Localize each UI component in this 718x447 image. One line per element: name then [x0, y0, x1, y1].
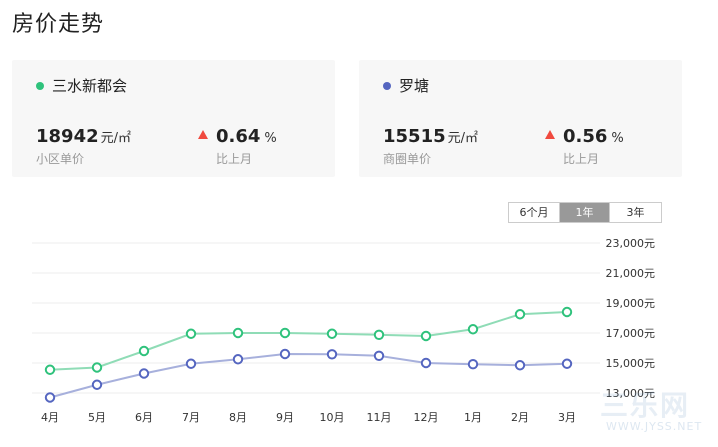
community-change-label: 比上月: [216, 152, 253, 166]
community-price: 18942 元/㎡: [36, 126, 131, 147]
data-point: [561, 358, 573, 369]
data-point: [373, 350, 385, 362]
watermark-logo: 三乐网: [600, 389, 691, 422]
data-point: [467, 324, 479, 335]
y-tick-label: 17,000元: [606, 327, 656, 340]
x-tick-label: 9月: [276, 411, 294, 424]
district-price-label: 商圈单价: [383, 152, 432, 166]
district-price: 15515 元/㎡: [383, 126, 478, 147]
data-point: [232, 327, 244, 339]
up-triangle-icon: [198, 130, 208, 139]
x-tick-label: 6月: [135, 411, 153, 424]
y-tick-label: 21,000元: [606, 267, 656, 280]
data-point: [561, 306, 573, 318]
period-tabs: 6个月 1年 3年: [508, 202, 662, 223]
x-tick-label: 7月: [182, 411, 200, 424]
data-point: [279, 348, 291, 360]
up-triangle-icon: [545, 130, 555, 139]
data-point: [185, 358, 197, 369]
data-point: [326, 349, 338, 360]
community-price-unit: 元/㎡: [100, 131, 132, 146]
district-price-card: 罗塘 15515 元/㎡ 商圈单价 0.56% 比上月: [359, 60, 682, 177]
data-point: [44, 364, 56, 375]
district-change-label: 比上月: [563, 152, 600, 166]
community-name-label: 三水新都会: [52, 77, 128, 95]
y-tick-label: 15,000元: [606, 357, 656, 370]
series-line: [49, 352, 568, 399]
community-change-value: 0.64: [216, 126, 261, 147]
data-point: [514, 309, 526, 320]
x-tick-label: 11月: [367, 411, 392, 424]
district-name: 罗塘: [383, 75, 429, 96]
district-name-label: 罗塘: [399, 77, 430, 95]
data-point: [138, 345, 150, 357]
y-tick-label: 19,000元: [606, 297, 656, 310]
community-dot-icon: [36, 81, 44, 90]
tab-6-months[interactable]: 6个月: [509, 203, 559, 222]
community-price-card: 三水新都会 18942 元/㎡ 小区单价 0.64% 比上月: [12, 60, 335, 177]
community-name: 三水新都会: [36, 75, 127, 96]
x-tick-label: 2月: [511, 411, 529, 424]
district-price-unit: 元/㎡: [447, 131, 479, 146]
y-tick-label: 23,000元: [606, 237, 656, 250]
data-point: [232, 354, 244, 365]
data-point: [420, 330, 432, 342]
x-tick-label: 5月: [88, 411, 106, 424]
x-tick-label: 1月: [464, 411, 482, 424]
data-point: [138, 368, 150, 379]
data-point: [44, 392, 56, 403]
data-point: [91, 379, 103, 390]
community-price-value: 18942: [36, 126, 99, 147]
series-line: [49, 311, 568, 371]
data-point: [514, 360, 526, 371]
community-change-unit: %: [264, 131, 277, 146]
district-change-unit: %: [611, 131, 624, 146]
x-tick-label: 8月: [229, 411, 247, 424]
page-title: 房价走势: [12, 12, 105, 37]
tab-3-years[interactable]: 3年: [609, 203, 661, 222]
data-point: [185, 328, 197, 339]
district-price-value: 15515: [383, 126, 446, 147]
data-point: [420, 357, 432, 369]
x-tick-label: 10月: [320, 411, 345, 424]
data-point: [279, 327, 291, 339]
x-tick-label: 12月: [414, 411, 439, 424]
community-price-label: 小区单价: [36, 152, 85, 166]
tab-1-year[interactable]: 1年: [559, 203, 609, 222]
data-point: [373, 329, 385, 341]
x-tick-label: 4月: [41, 411, 59, 424]
data-point: [467, 359, 479, 370]
data-point: [326, 328, 338, 339]
district-dot-icon: [383, 81, 391, 90]
district-change-value: 0.56: [563, 126, 608, 147]
district-change: 0.56%: [545, 126, 624, 147]
watermark-url: WWW.JYSS.NET: [606, 420, 703, 433]
data-point: [91, 362, 103, 373]
community-change: 0.64%: [198, 126, 277, 147]
x-tick-label: 3月: [558, 411, 576, 424]
